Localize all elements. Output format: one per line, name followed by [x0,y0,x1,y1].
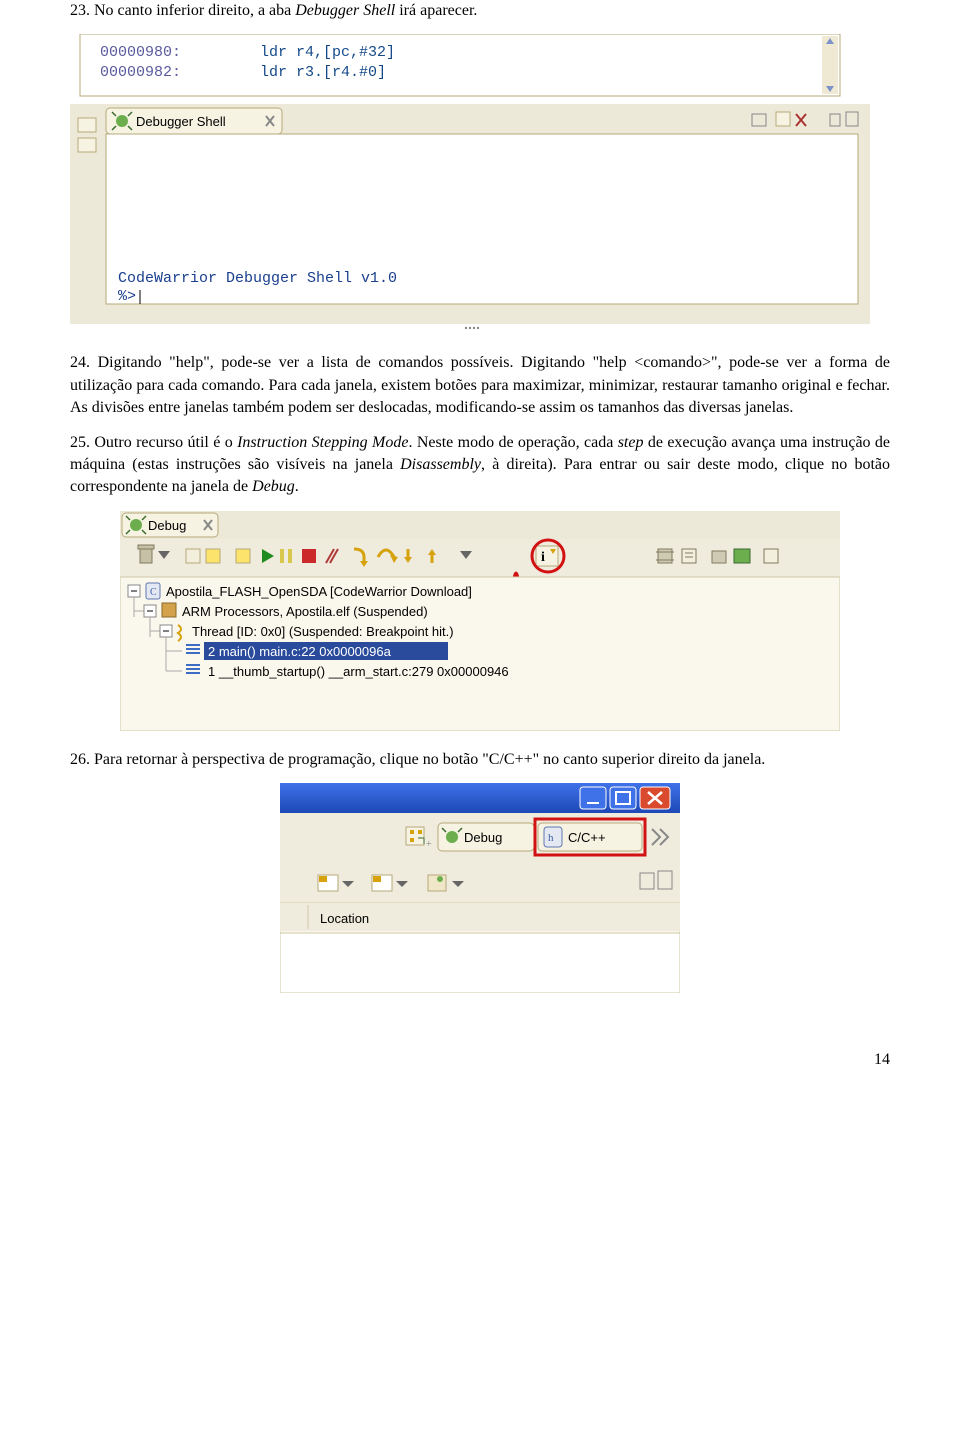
debug-perspective-button[interactable]: Debug [438,823,534,851]
tool-icon-3[interactable] [236,549,250,563]
tree-frame0[interactable]: 2 main() main.c:22 0x0000096a [208,644,392,659]
toolbar-icon-2[interactable] [78,138,96,152]
page-number: 14 [0,1011,960,1109]
p25-debug: Debug [252,478,295,495]
tool-icon-2[interactable] [206,549,220,563]
addr-line2: 00000982: [100,64,181,81]
instruction-stepping-button[interactable]: i [536,546,558,566]
code-line2: ldr r3.[r4.#0] [260,64,386,81]
figure-perspective-switcher: + Debug h C/C++ [70,783,890,993]
nav-icon-2[interactable] [372,875,392,891]
paragraph-25: 25. Outro recurso útil é o Instruction S… [70,432,890,499]
trash-icon[interactable] [138,545,154,563]
scroll-icon[interactable] [764,549,778,563]
nav-icon-1[interactable] [318,875,338,891]
para23-prefix: 23. No canto inferior direito, a aba [70,2,295,19]
tree-frame1[interactable]: 1 __thumb_startup() __arm_start.c:279 0x… [208,664,509,679]
location-tab[interactable]: Location [320,911,369,926]
svg-text:C/C++: C/C++ [568,830,606,845]
debug-tab[interactable]: Debug [148,518,186,533]
toolbar-icon-1[interactable] [78,118,96,132]
list-icon[interactable] [682,549,696,563]
stop-icon[interactable] [302,549,316,563]
page-icon[interactable] [776,112,790,126]
p25-dis: Disassembly [400,456,481,473]
para23-suffix: irá aparecer. [395,2,477,19]
svg-text:+: + [426,839,432,850]
tool-icon-1[interactable] [186,549,200,563]
paragraph-23: 23. No canto inferior direito, a aba Deb… [70,0,890,22]
win-maximize-button[interactable] [610,787,636,809]
paragraph-24: 24. Digitando "help", pode-se ver a list… [70,352,890,419]
print-icon[interactable] [712,551,726,563]
debugger-shell-tab[interactable]: Debugger Shell [136,114,226,129]
cpu-chip-icon[interactable] [656,549,674,563]
addr-line1: 00000980: [100,44,181,61]
nav-icon-3[interactable] [428,875,446,891]
para23-shell: Debugger Shell [295,2,395,19]
p25-t1: 25. Outro recurso útil é o [70,434,237,451]
shell-prompt[interactable]: %> [118,288,136,305]
p25-step: step [618,434,644,451]
svg-text:i: i [541,550,545,565]
processor-icon [162,603,176,617]
svg-text:C: C [150,587,157,598]
figure-debug-view: Debug [70,511,890,731]
tree-project[interactable]: Apostila_FLASH_OpenSDA [CodeWarrior Down… [166,584,472,599]
win-minimize-button[interactable] [580,787,606,809]
board-icon[interactable] [734,549,750,563]
svg-text:h: h [548,832,554,844]
p25-t2: . Neste modo de operação, cada [408,434,617,451]
p25-ism: Instruction Stepping Mode [237,434,408,451]
win-close-button[interactable] [640,787,670,809]
code-line1: ldr r4,[pc,#32] [260,44,395,61]
tree-thread[interactable]: Thread [ID: 0x0] (Suspended: Breakpoint … [192,624,454,639]
resize-grip-icon[interactable] [465,327,479,329]
paragraph-26: 26. Para retornar à perspectiva de progr… [70,749,890,771]
tree-arm[interactable]: ARM Processors, Apostila.elf (Suspended) [182,604,428,619]
shell-banner: CodeWarrior Debugger Shell v1.0 [118,270,397,287]
cpp-perspective-button[interactable]: h C/C++ [538,823,642,851]
location-content [280,933,680,993]
figure-debugger-shell: 00000980: ldr r4,[pc,#32] 00000982: ldr … [70,34,890,334]
p25-t5: . [295,478,299,495]
svg-text:Debug: Debug [464,830,502,845]
